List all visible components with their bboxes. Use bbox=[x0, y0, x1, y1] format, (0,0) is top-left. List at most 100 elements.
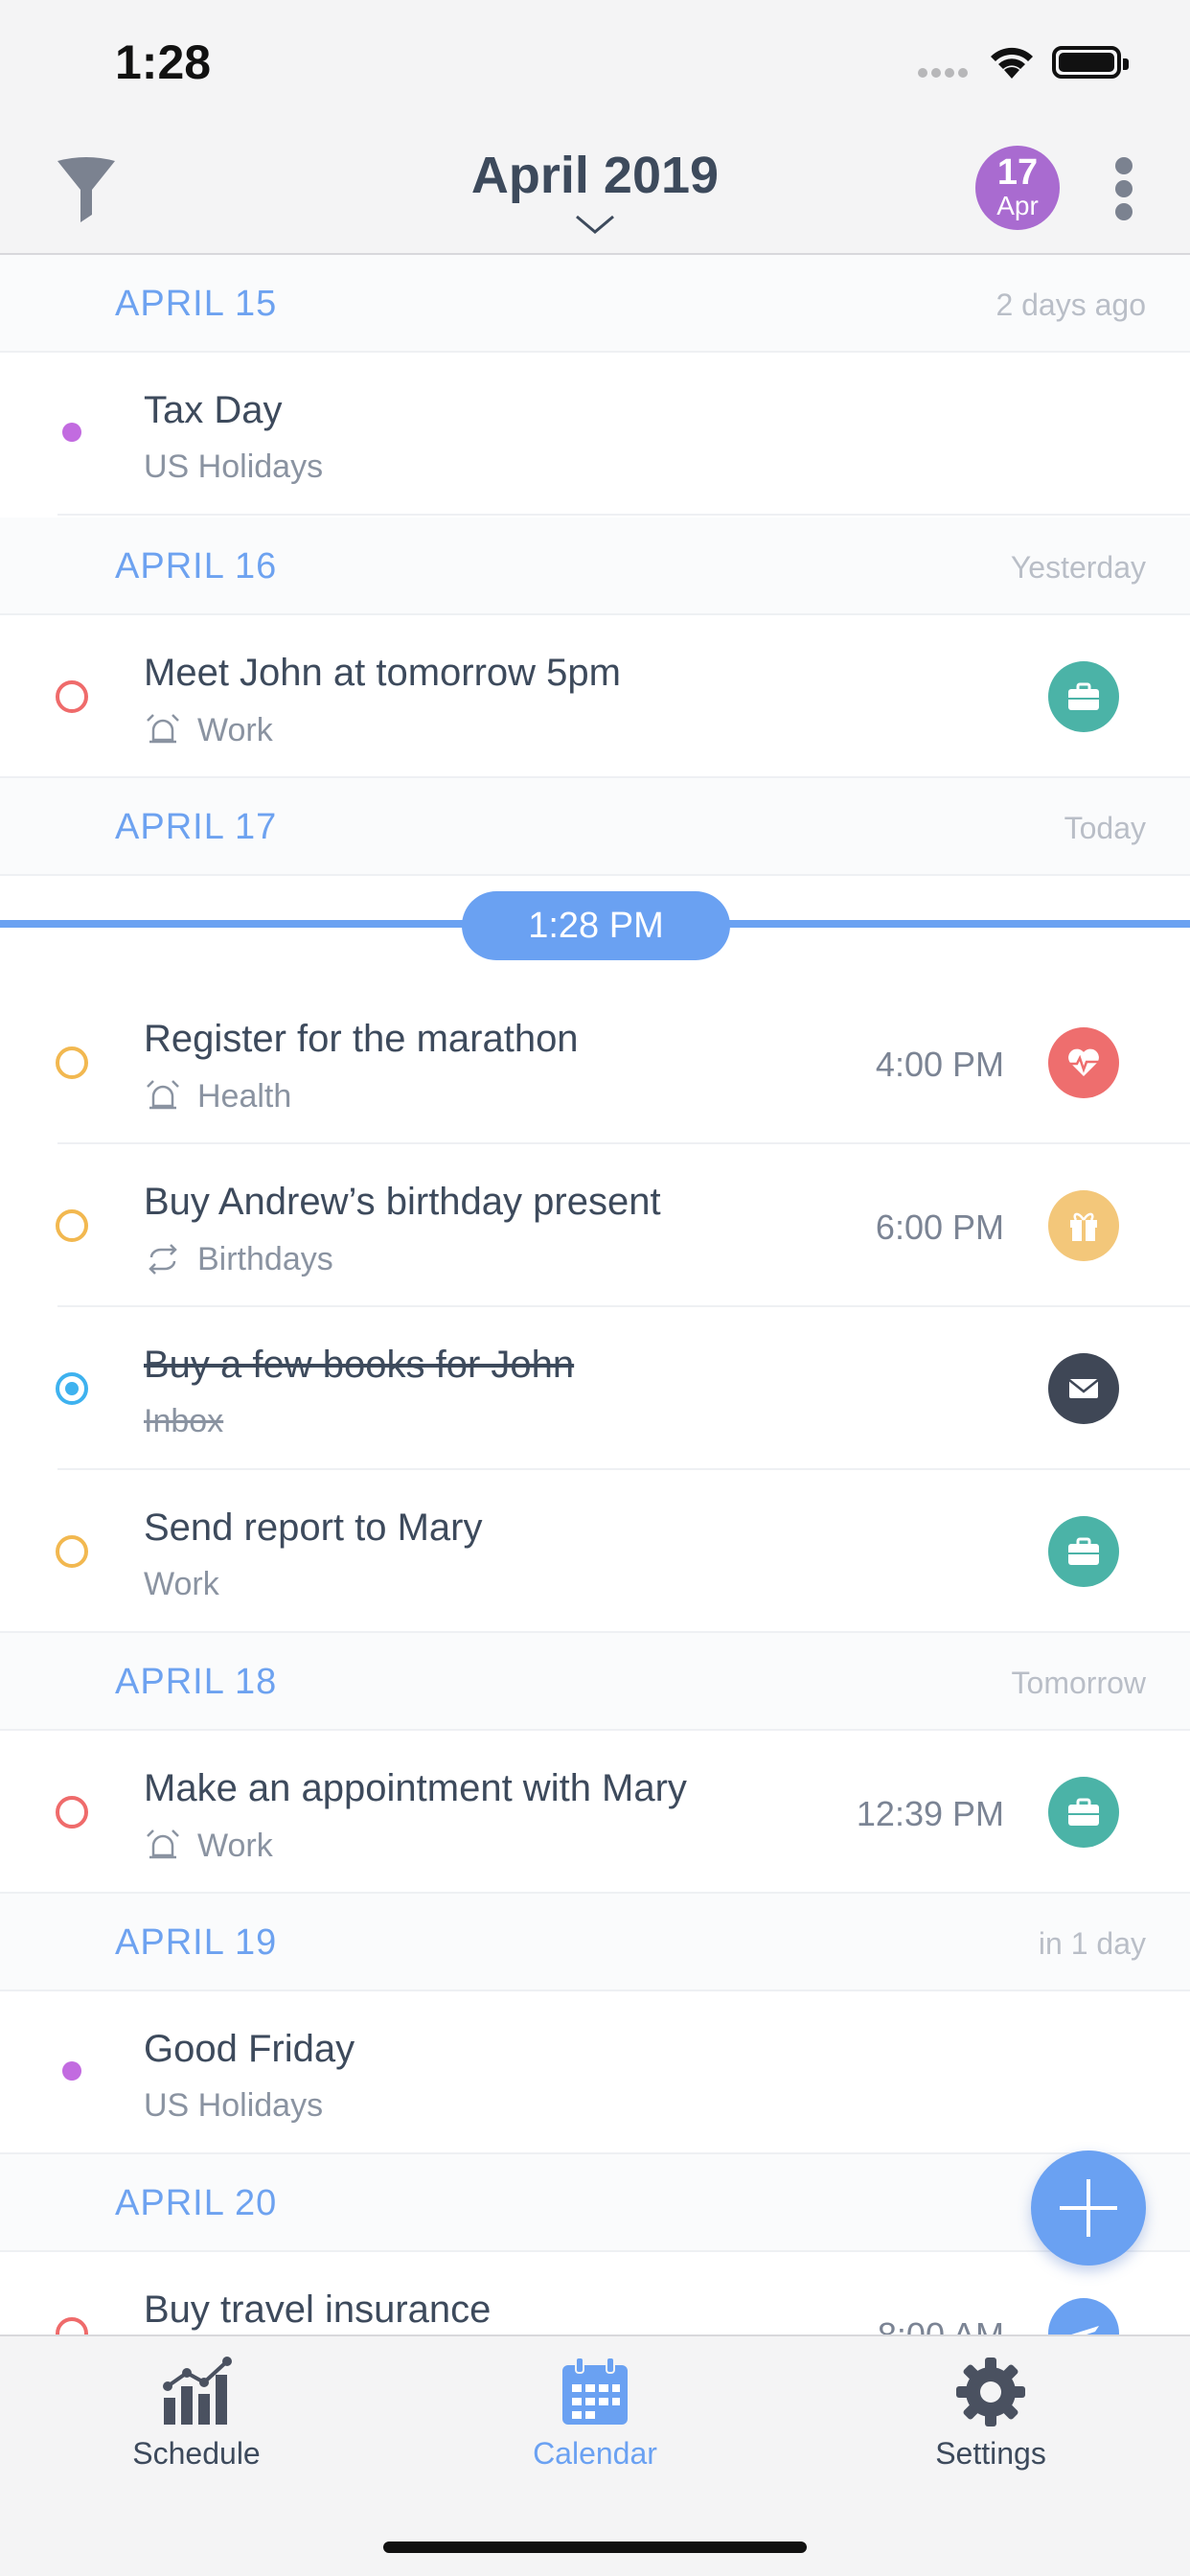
date-label: APRIL 19 bbox=[115, 1922, 278, 1963]
navigation-header: April 2019 17 Apr bbox=[0, 126, 1190, 255]
repeat-icon bbox=[149, 1244, 177, 1275]
category-badge bbox=[1048, 1027, 1119, 1098]
date-header: APRIL 17 Today bbox=[0, 778, 1190, 876]
battery-icon bbox=[1052, 46, 1129, 79]
add-task-button[interactable] bbox=[1031, 2150, 1146, 2266]
holiday-dot-icon bbox=[62, 2061, 81, 2081]
event-calendar-label: Birthdays bbox=[197, 1240, 333, 1277]
more-menu-icon[interactable] bbox=[1111, 157, 1136, 222]
tab-schedule[interactable]: Schedule bbox=[72, 2354, 321, 2472]
today-day: 17 bbox=[996, 152, 1039, 193]
event-row[interactable]: Good Friday US Holidays bbox=[0, 1991, 1190, 2154]
date-relative: Today bbox=[1064, 811, 1146, 845]
date-relative: 2 days ago bbox=[995, 288, 1146, 322]
event-calendar: Health bbox=[144, 1077, 291, 1116]
event-title: Tax Day bbox=[144, 389, 283, 431]
current-time-indicator: 1:28 PM bbox=[0, 876, 1190, 981]
tab-bar: Schedule Calendar Settings bbox=[0, 2334, 1190, 2576]
alarm-icon bbox=[147, 714, 179, 744]
tab-settings[interactable]: Settings bbox=[866, 2354, 1115, 2472]
briefcase-icon bbox=[1068, 1537, 1099, 1565]
tab-label: Settings bbox=[935, 2436, 1046, 2471]
complete-checkbox-checked[interactable] bbox=[56, 1372, 88, 1405]
event-calendar-label: Health bbox=[197, 1077, 292, 1115]
date-header: APRIL 19 in 1 day bbox=[0, 1894, 1190, 1991]
cellular-signal-icon bbox=[918, 63, 972, 78]
date-relative: in 1 day bbox=[1038, 1926, 1146, 1961]
event-row[interactable]: Tax Day US Holidays bbox=[0, 353, 1190, 516]
event-title: Buy travel insurance bbox=[144, 2288, 492, 2331]
category-badge bbox=[1048, 1190, 1119, 1261]
event-title: Meet John at tomorrow 5pm bbox=[144, 652, 621, 694]
briefcase-icon bbox=[1068, 1798, 1099, 1826]
event-calendar-label: US Holidays bbox=[144, 448, 324, 485]
event-calendar: Work bbox=[144, 1827, 273, 1865]
date-label: APRIL 17 bbox=[115, 807, 278, 847]
date-relative: Yesterday bbox=[1010, 550, 1146, 585]
complete-checkbox[interactable] bbox=[56, 1209, 88, 1242]
event-time: 4:00 PM bbox=[875, 1045, 1004, 1084]
date-label: APRIL 18 bbox=[115, 1662, 278, 1702]
event-title: Buy a few books for John bbox=[144, 1344, 575, 1386]
date-label: APRIL 15 bbox=[115, 284, 278, 324]
wifi-icon bbox=[991, 47, 1033, 79]
alarm-icon bbox=[147, 1080, 179, 1110]
today-badge[interactable]: 17 Apr bbox=[975, 146, 1060, 230]
today-month: Apr bbox=[996, 191, 1039, 220]
gear-icon bbox=[956, 2358, 1025, 2426]
app-screen: 1:28 April 2019 17 Apr APRIL 15 2 days a… bbox=[0, 0, 1190, 2576]
event-row[interactable]: Buy Andrew’s birthday present Birthdays … bbox=[0, 1144, 1190, 1307]
date-header: APRIL 15 2 days ago bbox=[0, 255, 1190, 353]
event-row[interactable]: Make an appointment with Mary Work 12:39… bbox=[0, 1731, 1190, 1894]
date-header: APRIL 16 Yesterday bbox=[0, 518, 1190, 615]
event-calendar: Birthdays bbox=[144, 1240, 333, 1278]
category-badge bbox=[1048, 1777, 1119, 1848]
event-row[interactable]: Register for the marathon Health 4:00 PM bbox=[0, 981, 1190, 1144]
event-calendar: Inbox bbox=[144, 1403, 223, 1440]
category-badge bbox=[1048, 1353, 1119, 1424]
event-calendar: US Holidays bbox=[144, 2087, 323, 2125]
event-title: Buy Andrew’s birthday present bbox=[144, 1181, 661, 1223]
event-title: Send report to Mary bbox=[144, 1506, 483, 1549]
current-time-pill: 1:28 PM bbox=[462, 891, 730, 960]
event-calendar-label: Work bbox=[197, 1827, 273, 1864]
event-calendar: Work bbox=[144, 1566, 219, 1603]
complete-checkbox[interactable] bbox=[56, 1046, 88, 1079]
event-title: Make an appointment with Mary bbox=[144, 1767, 687, 1809]
tab-calendar[interactable]: Calendar bbox=[470, 2354, 720, 2472]
tab-label: Schedule bbox=[132, 2436, 261, 2471]
event-calendar: US Holidays bbox=[144, 448, 323, 486]
date-label: APRIL 16 bbox=[115, 546, 278, 586]
category-badge bbox=[1048, 1516, 1119, 1587]
chevron-down-icon[interactable] bbox=[573, 213, 617, 236]
envelope-icon bbox=[1068, 1379, 1099, 1398]
event-calendar-label: Work bbox=[144, 1566, 219, 1602]
complete-checkbox[interactable] bbox=[56, 1535, 88, 1568]
date-header: APRIL 20 in bbox=[0, 2154, 1190, 2252]
alarm-icon bbox=[147, 1829, 179, 1859]
gift-icon bbox=[1070, 1212, 1097, 1241]
event-row[interactable]: Buy a few books for John Inbox bbox=[0, 1307, 1190, 1470]
status-time: 1:28 bbox=[115, 35, 212, 89]
heartbeat-icon bbox=[1068, 1048, 1099, 1076]
home-indicator[interactable] bbox=[383, 2542, 807, 2553]
date-label: APRIL 20 bbox=[115, 2183, 278, 2223]
event-row[interactable]: Meet John at tomorrow 5pm Work bbox=[0, 615, 1190, 778]
event-calendar-label: US Holidays bbox=[144, 2087, 324, 2124]
event-calendar: Work bbox=[144, 711, 273, 749]
status-bar: 1:28 bbox=[0, 0, 1190, 126]
calendar-icon bbox=[562, 2357, 628, 2425]
category-badge bbox=[1048, 661, 1119, 732]
briefcase-icon bbox=[1068, 682, 1099, 710]
event-title: Register for the marathon bbox=[144, 1018, 579, 1060]
event-calendar-label: Work bbox=[197, 711, 273, 748]
event-row[interactable]: Send report to Mary Work bbox=[0, 1470, 1190, 1633]
tab-label: Calendar bbox=[533, 2436, 657, 2471]
event-time: 12:39 PM bbox=[856, 1794, 1004, 1833]
complete-checkbox[interactable] bbox=[56, 680, 88, 713]
holiday-dot-icon bbox=[62, 423, 81, 442]
event-title: Good Friday bbox=[144, 2028, 355, 2070]
date-header: APRIL 18 Tomorrow bbox=[0, 1633, 1190, 1731]
date-relative: Tomorrow bbox=[1011, 1666, 1146, 1700]
complete-checkbox[interactable] bbox=[56, 1796, 88, 1828]
